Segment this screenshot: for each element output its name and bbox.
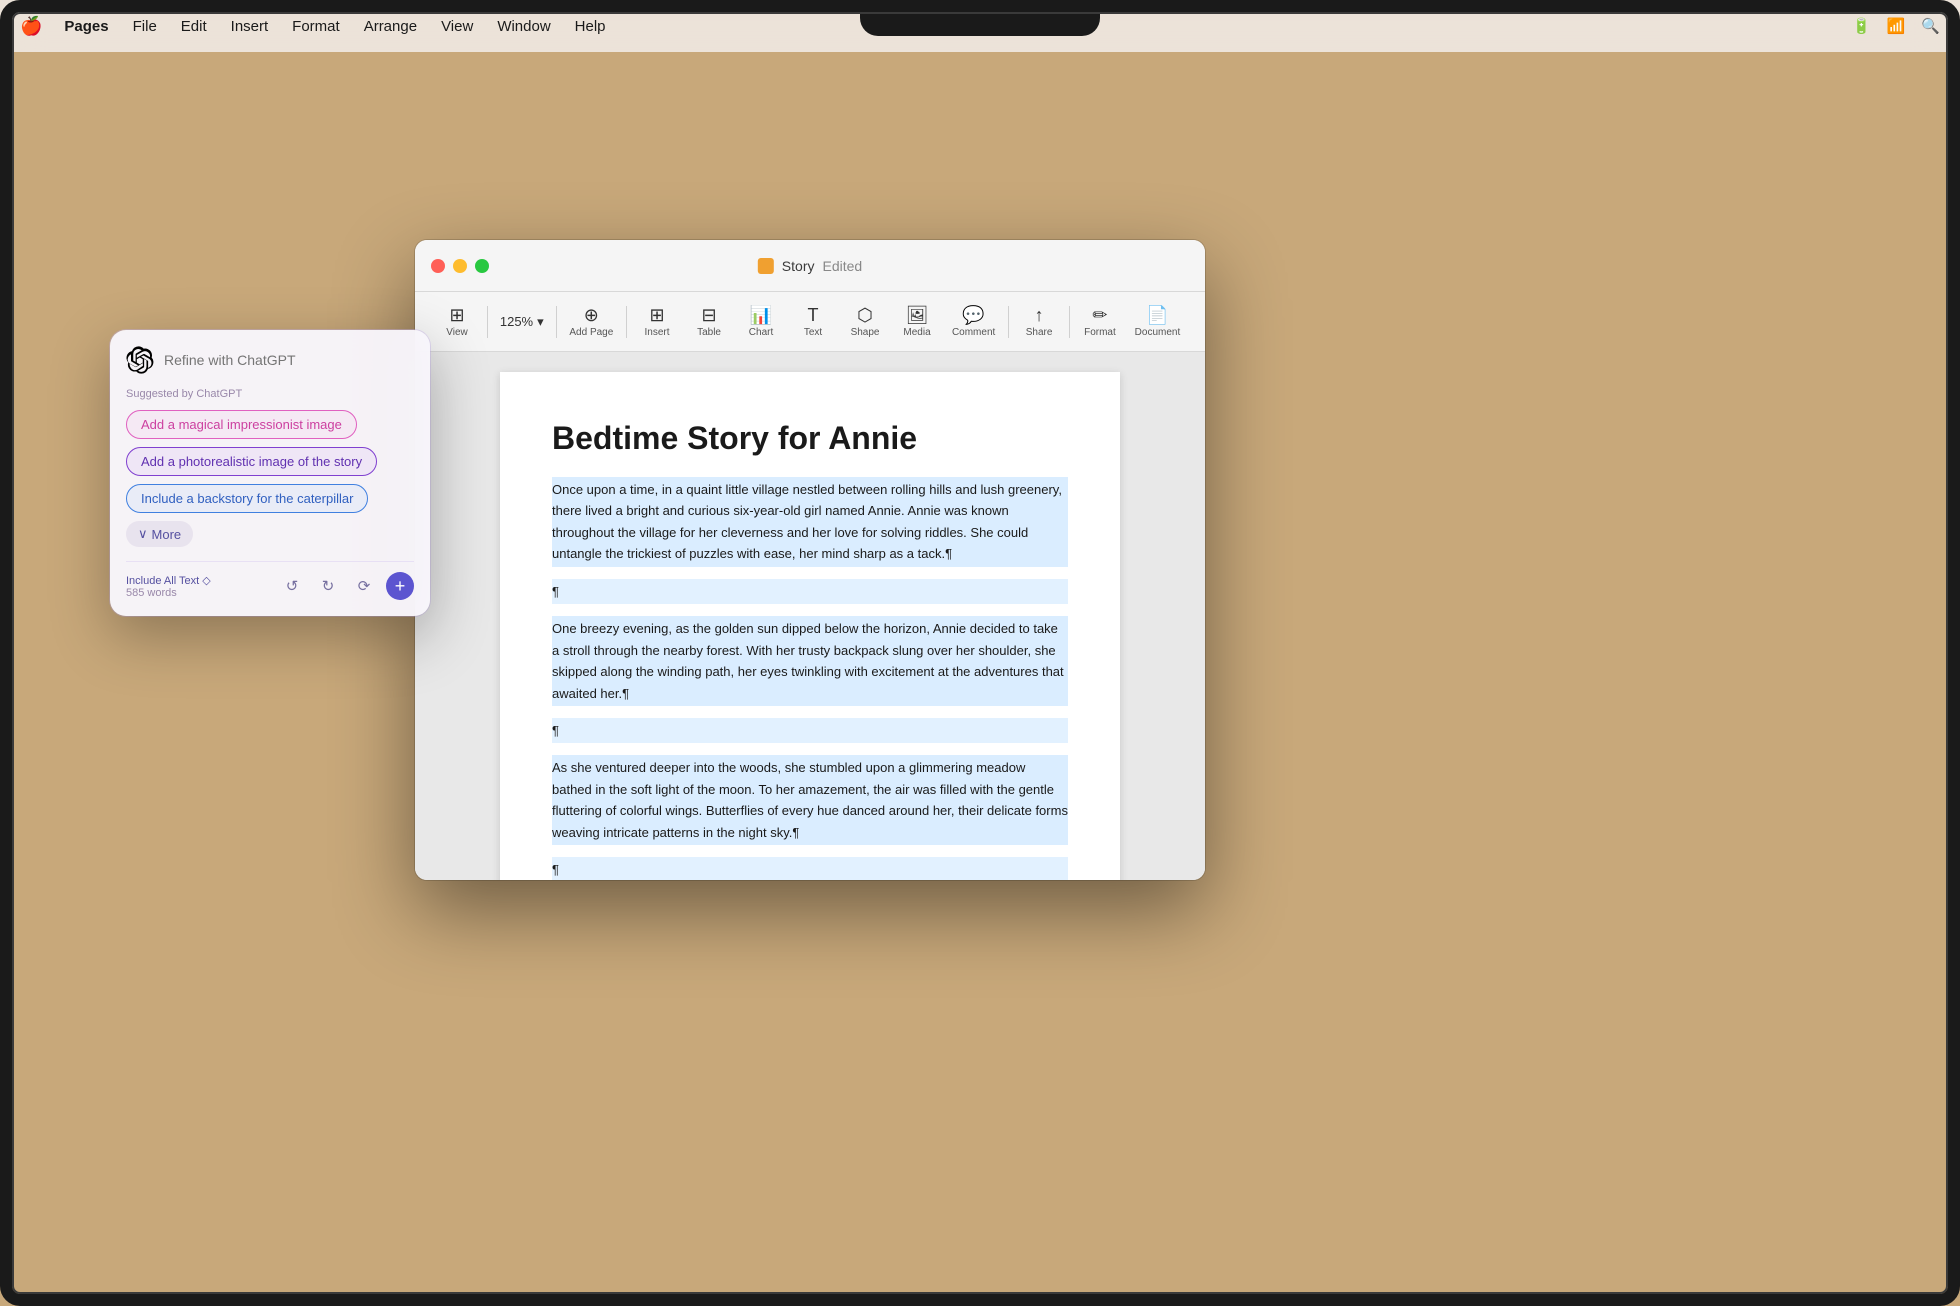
menubar-arrange[interactable]: Arrange: [354, 14, 427, 39]
doc-paragraph-4: As she ventured deeper into the woods, s…: [552, 755, 1068, 845]
view-icon: ⊞: [449, 306, 464, 324]
pages-window: Story Edited ⊞ View 125% ▾ ⊕ Add Page ⊞ …: [415, 240, 1205, 880]
menubar-window[interactable]: Window: [487, 14, 560, 39]
menubar-view[interactable]: View: [431, 14, 483, 39]
toolbar-share[interactable]: ↑ Share: [1013, 300, 1065, 344]
toolbar-sep-1: [487, 306, 488, 338]
toolbar-add-page-label: Add Page: [569, 327, 613, 338]
window-title-text: Story: [782, 258, 815, 274]
suggestion-chip-0[interactable]: Add a magical impressionist image: [126, 410, 357, 439]
doc-paragraph-1: ¶: [552, 579, 1068, 604]
toolbar-zoom[interactable]: 125% ▾: [492, 310, 552, 334]
document-icon: 📄: [1146, 306, 1168, 324]
toolbar-text[interactable]: T Text: [787, 300, 839, 344]
menubar-edit[interactable]: Edit: [171, 14, 217, 39]
doc-paragraph-5: ¶: [552, 857, 1068, 880]
apple-menu-icon[interactable]: 🍎: [20, 16, 42, 37]
menubar-insert[interactable]: Insert: [221, 14, 279, 39]
chatgpt-popup: Suggested by ChatGPT Add a magical impre…: [110, 330, 430, 616]
toolbar-sep-3: [626, 306, 627, 338]
zoom-chevron-icon: ▾: [537, 314, 544, 330]
toolbar-chart[interactable]: 📊 Chart: [735, 300, 787, 344]
shape-icon: ⬡: [857, 306, 873, 324]
toolbar-chart-label: Chart: [749, 327, 773, 338]
refresh-button[interactable]: ⟳: [350, 572, 378, 600]
chatgpt-logo-icon: [126, 346, 154, 374]
menubar-right-controls: 🔋 📶 🔍: [1852, 17, 1940, 35]
toolbar-format[interactable]: ✏ Format: [1074, 300, 1126, 344]
document-title: Bedtime Story for Annie: [552, 420, 1068, 457]
toolbar-comment[interactable]: 💬 Comment: [943, 300, 1004, 344]
pages-app-icon: [758, 258, 774, 274]
word-count-label: 585 words: [126, 587, 211, 599]
doc-paragraph-2: One breezy evening, as the golden sun di…: [552, 616, 1068, 706]
toolbar-insert-label: Insert: [645, 327, 670, 338]
toolbar-insert[interactable]: ⊞ Insert: [631, 300, 683, 344]
toolbar-comment-label: Comment: [952, 327, 995, 338]
undo-button[interactable]: ↺: [278, 572, 306, 600]
add-page-icon: ⊕: [584, 306, 599, 324]
toolbar-media[interactable]: 🖼 Media: [891, 300, 943, 344]
doc-paragraph-0: Once upon a time, in a quaint little vil…: [552, 477, 1068, 567]
toolbar-format-label: Format: [1084, 327, 1116, 338]
window-toolbar: ⊞ View 125% ▾ ⊕ Add Page ⊞ Insert ⊟ Tabl…: [415, 292, 1205, 352]
window-titlebar: Story Edited: [415, 240, 1205, 292]
window-maximize-button[interactable]: [475, 259, 489, 273]
search-icon[interactable]: 🔍: [1921, 17, 1940, 35]
window-close-button[interactable]: [431, 259, 445, 273]
toolbar-document[interactable]: 📄 Document: [1126, 300, 1189, 344]
chatgpt-refine-input[interactable]: [164, 352, 414, 368]
include-text-label[interactable]: Include All Text ◇: [126, 574, 211, 587]
battery-icon: 🔋: [1852, 17, 1871, 35]
insert-icon: ⊞: [649, 306, 664, 324]
popup-footer: Include All Text ◇ 585 words ↺ ↻ ⟳ +: [126, 561, 414, 600]
menubar-file[interactable]: File: [123, 14, 167, 39]
add-button[interactable]: +: [386, 572, 414, 600]
toolbar-media-label: Media: [903, 327, 930, 338]
doc-paragraph-3: ¶: [552, 718, 1068, 743]
toolbar-view[interactable]: ⊞ View: [431, 300, 483, 344]
window-title-area: Story Edited: [758, 258, 862, 274]
redo-button[interactable]: ↻: [314, 572, 342, 600]
table-icon: ⊟: [701, 306, 716, 324]
chatgpt-input-row: [126, 346, 414, 374]
footer-info: Include All Text ◇ 585 words: [126, 574, 211, 599]
wifi-icon: 📶: [1887, 17, 1906, 35]
suggestion-chip-1[interactable]: Add a photorealistic image of the story: [126, 447, 377, 476]
window-minimize-button[interactable]: [453, 259, 467, 273]
toolbar-shape-label: Shape: [851, 327, 880, 338]
window-controls: [431, 259, 489, 273]
chart-icon: 📊: [750, 306, 772, 324]
comment-icon: 💬: [962, 306, 984, 324]
toolbar-document-label: Document: [1135, 327, 1181, 338]
suggestion-chip-2[interactable]: Include a backstory for the caterpillar: [126, 484, 368, 513]
suggested-by-label: Suggested by ChatGPT: [126, 388, 414, 400]
footer-action-buttons: ↺ ↻ ⟳ +: [278, 572, 414, 600]
menubar-app-name[interactable]: Pages: [54, 14, 118, 39]
chevron-down-icon: ∨: [138, 526, 148, 542]
menubar-help[interactable]: Help: [565, 14, 616, 39]
more-button-label: More: [152, 527, 182, 542]
toolbar-share-label: Share: [1026, 327, 1053, 338]
toolbar-sep-5: [1069, 306, 1070, 338]
toolbar-view-label: View: [446, 327, 468, 338]
toolbar-sep-2: [556, 306, 557, 338]
toolbar-table-label: Table: [697, 327, 721, 338]
camera-notch: [860, 0, 1100, 36]
toolbar-shape[interactable]: ⬡ Shape: [839, 300, 891, 344]
toolbar-sep-4: [1008, 306, 1009, 338]
format-icon: ✏: [1092, 306, 1107, 324]
media-icon: 🖼: [906, 306, 929, 324]
toolbar-table[interactable]: ⊟ Table: [683, 300, 735, 344]
menubar-format[interactable]: Format: [282, 14, 350, 39]
toolbar-add-page[interactable]: ⊕ Add Page: [561, 300, 623, 344]
share-icon: ↑: [1035, 306, 1044, 324]
toolbar-text-label: Text: [804, 327, 822, 338]
document-area[interactable]: Bedtime Story for Annie Once upon a time…: [415, 352, 1205, 880]
text-icon: T: [808, 306, 819, 324]
window-subtitle-text: Edited: [822, 258, 862, 274]
zoom-value: 125%: [500, 314, 533, 329]
document-page: Bedtime Story for Annie Once upon a time…: [500, 372, 1120, 880]
more-button[interactable]: ∨ More: [126, 521, 193, 547]
